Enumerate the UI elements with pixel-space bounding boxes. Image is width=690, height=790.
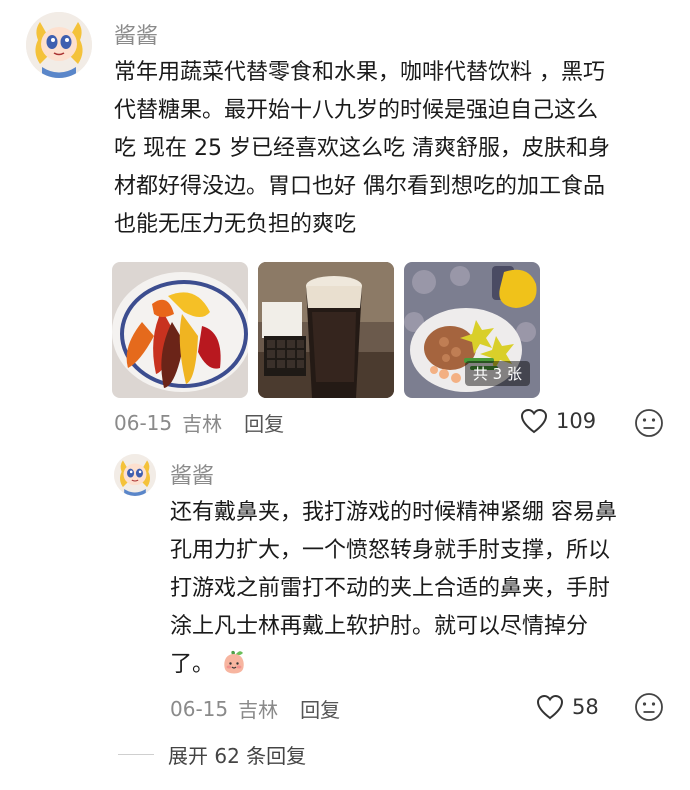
- expand-replies-button[interactable]: 展开 62 条回复: [118, 740, 306, 769]
- like-button[interactable]: 58: [536, 694, 599, 720]
- like-button[interactable]: 109: [520, 408, 596, 434]
- username[interactable]: 酱酱: [170, 458, 214, 490]
- frown-face-icon: [635, 409, 663, 437]
- powerpuff-avatar-icon: [26, 12, 92, 78]
- comment-date: 06-15: [170, 696, 229, 721]
- comment-line: 打游戏之前雷打不动的夹上合适的鼻夹，手肘: [170, 576, 611, 601]
- dislike-button[interactable]: [634, 692, 664, 726]
- like-count: 58: [572, 695, 599, 719]
- comment-line: 常年用蔬菜代替零食和水果，咖啡代替饮料 ，黑巧: [114, 60, 605, 85]
- comment-meta: 06-15 吉林 回复: [170, 694, 340, 723]
- comment-date: 06-15: [114, 410, 173, 435]
- comment-location: 吉林: [238, 698, 279, 722]
- comment-line: 代替糖果。最开始十八九岁的时候是强迫自己这么: [114, 98, 599, 123]
- comment-line: 吃 现在 25 岁已经喜欢这么吃 清爽舒服，皮肤和身: [114, 136, 610, 161]
- comment-line: 涂上凡士林再戴上软护肘。就可以尽情掉分: [170, 614, 589, 639]
- comment-line: 材都好得没边。胃口也好 偶尔看到想吃的加工食品: [114, 174, 605, 199]
- divider: [118, 754, 154, 755]
- photo-thumbnail-peppers[interactable]: [112, 262, 248, 398]
- comment-line: 了。: [170, 646, 617, 684]
- comment-line: 也能无压力无负担的爽吃: [114, 212, 357, 237]
- like-count: 109: [556, 409, 597, 433]
- reply-button[interactable]: 回复: [244, 408, 284, 437]
- comment-text: 常年用蔬菜代替零食和水果，咖啡代替饮料 ，黑巧 代替糖果。最开始十八九岁的时候是…: [114, 54, 610, 244]
- username[interactable]: 酱酱: [114, 18, 158, 50]
- coffee-chocolate-photo-icon: [258, 262, 394, 398]
- comment-meta: 06-15 吉林 回复: [114, 408, 284, 437]
- comment-line-text: 了。: [170, 652, 215, 677]
- avatar[interactable]: [114, 454, 156, 496]
- dislike-button[interactable]: [634, 408, 664, 442]
- frown-face-icon: [635, 693, 663, 721]
- heart-icon: [520, 408, 548, 434]
- photo-count-badge: 共 3 张: [464, 361, 530, 386]
- comment-line: 孔用力扩大，一个愤怒转身就手肘支撑，所以: [170, 538, 611, 563]
- photo-thumbnail-meal[interactable]: 共 3 张: [404, 262, 540, 398]
- reply-button[interactable]: 回复: [300, 694, 340, 723]
- photo-thumbnail-coffee[interactable]: [258, 262, 394, 398]
- comment-line: 还有戴鼻夹，我打游戏的时候精神紧绷 容易鼻: [170, 500, 617, 525]
- peach-face-emoji-icon: [224, 650, 244, 674]
- avatar[interactable]: [26, 12, 92, 78]
- peppers-photo-icon: [112, 262, 248, 398]
- expand-replies-label: 展开 62 条回复: [168, 744, 307, 768]
- powerpuff-avatar-icon: [114, 454, 156, 496]
- comment-text: 还有戴鼻夹，我打游戏的时候精神紧绷 容易鼻 孔用力扩大，一个愤怒转身就手肘支撑，…: [170, 494, 617, 684]
- comment-location: 吉林: [182, 412, 223, 436]
- heart-icon: [536, 694, 564, 720]
